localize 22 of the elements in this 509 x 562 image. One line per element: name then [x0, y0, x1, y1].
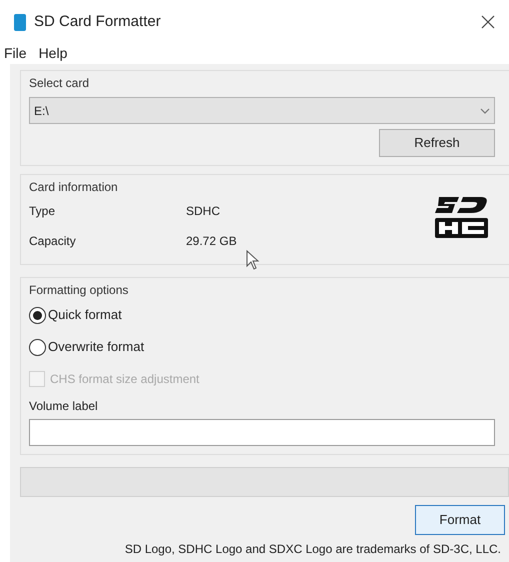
info-value: SDHC — [186, 203, 220, 220]
info-label: Type — [29, 203, 56, 220]
chevron-icon — [480, 108, 490, 114]
refresh-button[interactable]: Refresh — [379, 129, 495, 157]
drive-dropdown[interactable]: E:\ — [29, 97, 495, 124]
field-label: Volume label — [29, 398, 98, 415]
format-button[interactable]: Format — [415, 505, 505, 535]
info-label: Capacity — [29, 233, 77, 250]
radio-option[interactable]: Overwrite format — [29, 331, 501, 363]
group-label: Select card — [29, 75, 90, 92]
mouse-pointer-icon — [246, 250, 260, 270]
menu-item[interactable]: Help — [38, 42, 68, 64]
volume-label-field[interactable] — [29, 419, 495, 446]
app-icon — [14, 14, 26, 30]
group-label: Card information — [29, 179, 118, 196]
info-value: 29.72 GB — [186, 233, 237, 250]
close-button[interactable] — [479, 13, 497, 31]
trademark-notice: SD Logo, SDHC Logo and SDXC Logo are trademarks of SD-3C, LLC. — [124, 541, 501, 558]
menu-item[interactable]: File — [4, 42, 27, 64]
group-label: Formatting options — [29, 282, 128, 299]
radio-option[interactable]: Quick format — [29, 299, 501, 331]
window-title: SD Card Formatter — [34, 12, 161, 32]
